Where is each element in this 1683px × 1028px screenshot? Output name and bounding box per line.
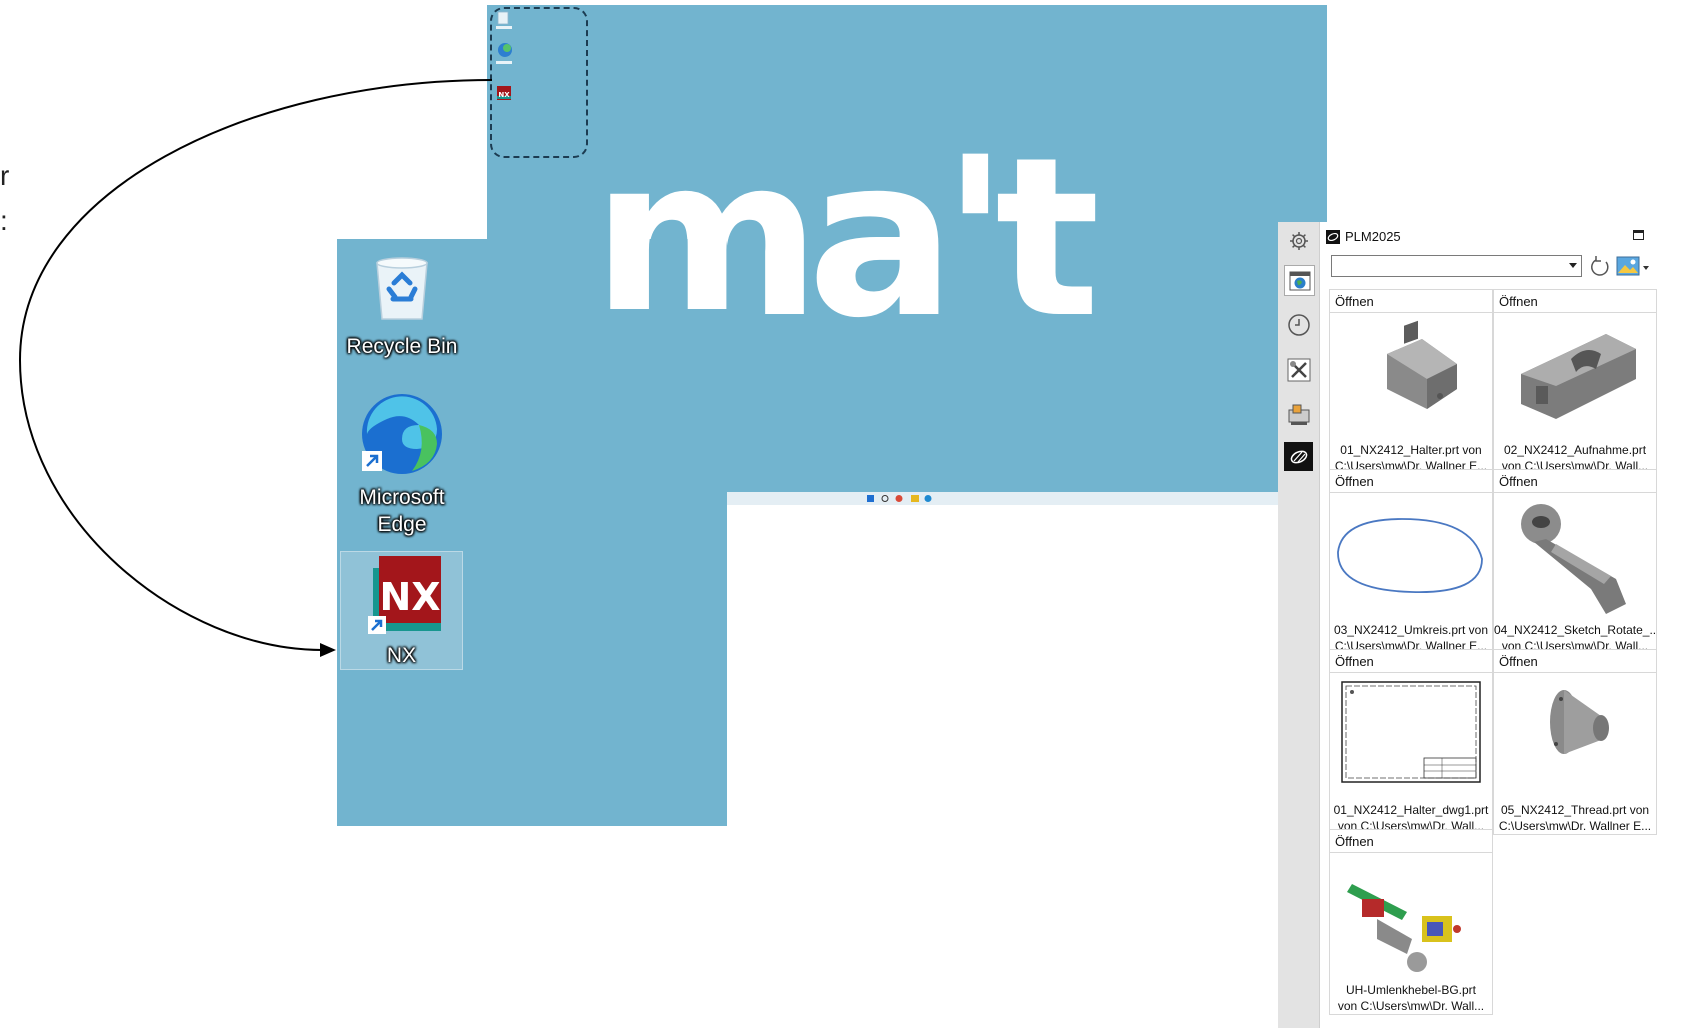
file-name: UH-Umlenkhebel-BG.prt <box>1345 983 1477 997</box>
history-card[interactable]: Öffnen 01_NX2412_Halter.prt von C:\Users… <box>1329 289 1493 475</box>
file-name: 03_NX2412_Umkreis.prt von <box>1333 623 1489 637</box>
clock-history-icon[interactable] <box>1284 310 1313 339</box>
filter-dropdown[interactable] <box>1331 255 1582 277</box>
history-card[interactable]: Öffnen 02_NX2412_Aufnahme.prt von C:\Use… <box>1493 289 1657 475</box>
file-name: 01_NX2412_Halter_dwg1.prt <box>1333 803 1489 817</box>
open-link[interactable]: Öffnen <box>1499 474 1538 489</box>
file-name: 04_NX2412_Sketch_Rotate_... <box>1494 623 1656 637</box>
drawing-thumbnail <box>1341 681 1481 783</box>
nx-resource-icon[interactable] <box>1284 442 1313 471</box>
refresh-icon[interactable] <box>1588 255 1612 279</box>
part-thumbnail <box>1521 504 1626 614</box>
open-link[interactable]: Öffnen <box>1499 654 1538 669</box>
history-card[interactable]: Öffnen 04_NX2412_Sketch_Rotate_... von C… <box>1493 469 1657 655</box>
resource-bar <box>1278 222 1320 1028</box>
open-link[interactable]: Öffnen <box>1335 474 1374 489</box>
file-name: 01_NX2412_Halter.prt von <box>1340 443 1482 457</box>
maximize-icon[interactable] <box>1633 230 1644 240</box>
chevron-down-icon <box>1569 263 1577 268</box>
file-path: von C:\Users\mw\Dr. Wall... <box>1337 999 1485 1013</box>
nx-resource-panel: PLM2025 Öffnen 01_NX2412_Halter.prt von … <box>1278 222 1675 1028</box>
view-options-icon[interactable] <box>1616 255 1652 279</box>
history-card[interactable]: Öffnen 03_NX2412_Umkreis.prt von C:\User… <box>1329 469 1493 655</box>
globe-browser-icon[interactable] <box>1284 265 1315 296</box>
open-link[interactable]: Öffnen <box>1335 294 1374 309</box>
open-link[interactable]: Öffnen <box>1499 294 1538 309</box>
part-thumbnail <box>1521 334 1636 419</box>
pointer-arrow <box>18 79 493 657</box>
history-card[interactable]: Öffnen 05_NX2412_Thread.prt von C:\Users… <box>1493 649 1657 835</box>
history-card[interactable]: Öffnen 01_NX2412_Halter_dwg1.prt von C:\… <box>1329 649 1493 835</box>
part-thumbnail <box>1337 518 1483 593</box>
plm-logo-icon <box>1326 230 1340 244</box>
brand-logo-zoom: ma't <box>592 239 727 348</box>
history-card[interactable]: Öffnen UH-Umlenkhebel-BG.prt von C:\User… <box>1329 829 1493 1015</box>
part-thumbnail <box>1387 320 1457 409</box>
open-link[interactable]: Öffnen <box>1335 654 1374 669</box>
assembly-thumbnail <box>1347 884 1461 972</box>
open-link[interactable]: Öffnen <box>1335 834 1374 849</box>
machine-tool-icon[interactable] <box>1284 399 1313 428</box>
file-path: C:\Users\mw\Dr. Wallner E... <box>1498 819 1652 833</box>
file-name: 05_NX2412_Thread.prt von <box>1500 803 1650 817</box>
panel-title: PLM2025 <box>1345 229 1401 244</box>
gear-icon[interactable] <box>1284 226 1313 255</box>
file-name: 02_NX2412_Aufnahme.prt <box>1503 443 1647 457</box>
tools-icon[interactable] <box>1284 355 1313 384</box>
part-thumbnail <box>1550 690 1609 754</box>
